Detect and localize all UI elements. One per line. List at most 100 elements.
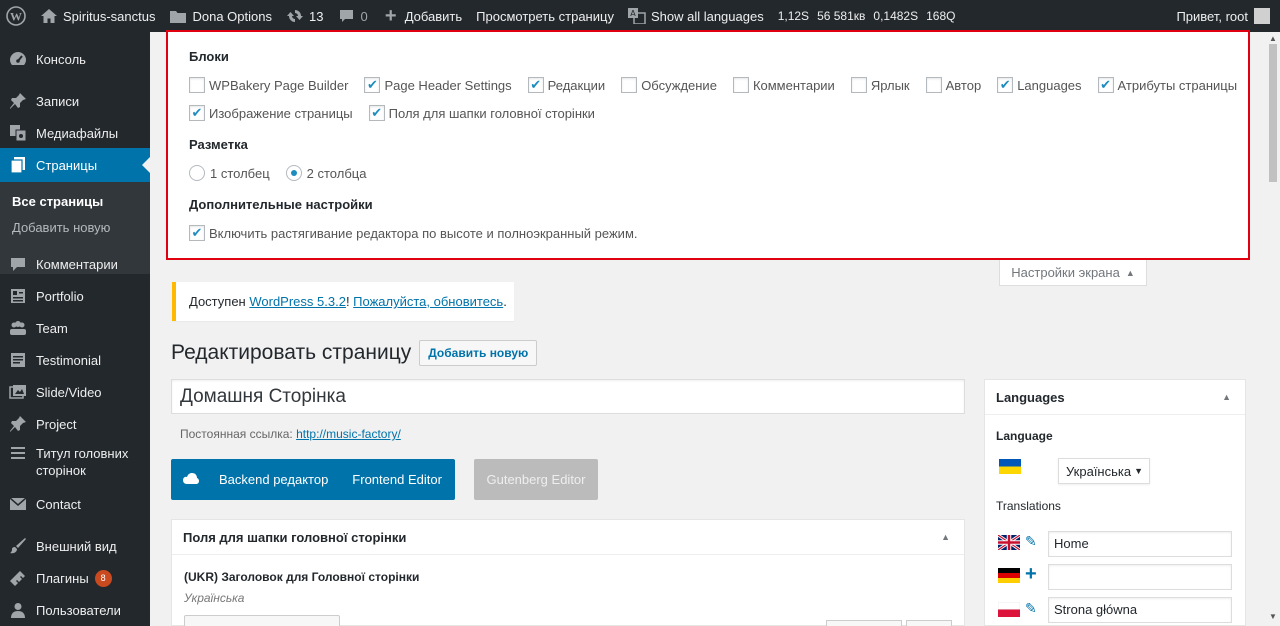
uk-flag-icon [998,535,1020,550]
sidebar-item-posts[interactable]: Записи [0,84,150,118]
checkbox-box[interactable] [850,77,867,93]
site-name-link[interactable]: Spiritus-sanctus [33,0,162,32]
sidebar-item-testimonial[interactable]: Testimonial [0,343,150,377]
checkmark-icon[interactable]: ✔ [189,105,205,121]
checkbox-author[interactable]: Автор [925,77,981,93]
checkbox-slug[interactable]: Ярлык [850,77,910,93]
checkbox-page-header-settings[interactable]: ✔ Page Header Settings [364,77,512,93]
sidebar-item-project[interactable]: Project [0,407,150,441]
sidebar-item-team[interactable]: Team [0,311,150,345]
sidebar-item-dashboard[interactable]: Консоль [0,42,150,76]
admin-bar: W Spiritus-sanctus Dona Options 13 0 + Д… [0,0,1280,32]
post-title-input[interactable]: Домашня Сторінка [171,379,965,414]
sidebar-item-appearance[interactable]: Внешний вид [0,529,150,563]
submenu-all-pages[interactable]: Все страницы [12,194,103,209]
sidebar-item-label: Team [36,320,68,336]
sidebar-item-comments[interactable]: Комментарии [0,247,150,281]
sidebar-item-media[interactable]: Медиафайлы [0,116,150,150]
checkmark-icon[interactable]: ✔ [1097,77,1114,93]
sidebar-item-label: Страницы [36,157,98,173]
translation-input-de[interactable] [1048,564,1232,590]
metabox-title: Поля для шапки головної сторінки [183,529,407,545]
text-tab[interactable] [906,620,952,626]
checkmark-icon[interactable]: ✔ [368,105,385,121]
updates-link[interactable]: 13 [279,0,330,32]
dona-options-link[interactable]: Dona Options [162,0,279,32]
sidebar-item-label: Portfolio [36,288,84,304]
language-select[interactable]: Українська ▼ [1058,458,1150,484]
permalink-url[interactable]: http://music-factory/ [296,427,401,441]
my-account-link[interactable]: Привет, root [1169,0,1280,32]
admin-sidebar: Консоль Записи Медиафайлы Страницы Все с… [0,32,150,626]
radio-circle[interactable] [189,165,205,181]
sidebar-item-label: Записи [36,93,80,109]
checkmark-icon[interactable]: ✔ [997,77,1014,93]
wordpress-version-link[interactable]: WordPress 5.3.2 [249,294,346,309]
backend-editor-button[interactable]: Backend редактор [219,472,328,487]
radio-two-columns[interactable]: 2 столбца [285,165,366,181]
submenu-add-new[interactable]: Добавить новую [12,220,110,235]
plugins-update-badge: 8 [94,569,112,587]
checkbox-languages[interactable]: ✔ Languages [997,77,1082,93]
sidebar-item-portfolio[interactable]: Portfolio [0,279,150,313]
checkbox-page-attributes[interactable]: ✔ Атрибуты страницы [1097,77,1237,93]
visual-tab[interactable] [826,620,902,626]
checkmark-icon[interactable]: ✔ [527,77,544,93]
checkbox-revisions[interactable]: ✔ Редакции [527,77,605,93]
sidebar-item-contact[interactable]: Contact [0,487,150,521]
checkbox-wpbakery[interactable]: WPBakery Page Builder [189,77,348,93]
radio-one-column[interactable]: 1 столбец [189,165,270,181]
sidebar-item-users[interactable]: Пользователи [0,593,150,626]
plus-icon[interactable]: + [1025,563,1037,586]
update-now-link[interactable]: Пожалуйста, обновитесь [353,294,503,309]
caret-up-icon[interactable]: ▲ [1222,392,1231,402]
checkbox-featured-image[interactable]: ✔ Изображение страницы [189,105,353,121]
add-new-page-button[interactable]: Добавить новую [419,340,538,366]
checkbox-editor-expand[interactable]: ✔ Включить растягивание редактора по высо… [189,225,638,241]
radio-circle[interactable] [285,165,302,181]
languages-title: Languages [996,389,1065,405]
checkbox-box[interactable] [621,77,638,93]
edit-icon[interactable]: ✎ [1025,533,1037,550]
list-icon [0,445,36,459]
sidebar-item-page-titles[interactable]: Титул головних сторінок [0,445,150,483]
sidebar-item-plugins[interactable]: Плагины 8 [0,561,150,595]
caret-up-icon[interactable]: ▲ [941,532,950,542]
translation-input-pl[interactable]: Strona główna [1048,597,1232,623]
scrollbar-thumb[interactable] [1269,44,1277,182]
view-page-link[interactable]: Просмотреть страницу [469,0,621,32]
sidebar-item-label: Плагины [36,570,89,586]
checkbox-box[interactable] [732,77,749,93]
checkbox-box[interactable] [189,77,205,93]
checkbox-header-fields[interactable]: ✔ Поля для шапки головної сторінки [368,105,595,121]
comments-link[interactable]: 0 [330,0,374,32]
scroll-down-icon[interactable]: ▼ [1269,612,1277,621]
languages-header[interactable]: Languages ▲ [985,380,1245,415]
metabox-header[interactable]: Поля для шапки головної сторінки ▲ [172,520,964,555]
updates-count: 13 [308,8,324,24]
frontend-editor-button[interactable]: Frontend Editor [352,472,442,487]
wp-logo-icon[interactable]: W [0,0,33,32]
stat-memory: 56 581кв [817,9,866,23]
page-scrollbar[interactable]: ▲ ▼ [1266,32,1280,626]
translation-input-uk[interactable]: Home [1048,531,1232,557]
checkbox-discussion[interactable]: Обсуждение [621,77,717,93]
checkmark-icon[interactable]: ✔ [189,225,205,241]
add-media-button[interactable] [184,615,340,626]
scroll-up-icon[interactable]: ▲ [1269,34,1277,43]
notice-suffix: . [503,294,507,309]
project-pin-icon [0,415,36,433]
edit-icon[interactable]: ✎ [1025,600,1037,617]
screen-options-toggle[interactable]: Настройки экрана ▲ [999,260,1147,286]
checkbox-comments[interactable]: Комментарии [732,77,835,93]
sidebar-item-slide-video[interactable]: Slide/Video [0,375,150,409]
language-label: Language [996,429,1053,443]
gutenberg-editor-button[interactable]: Gutenberg Editor [474,459,598,500]
show-languages-link[interactable]: A Show all languages [621,0,771,32]
checkmark-icon[interactable]: ✔ [364,77,381,93]
add-new-link[interactable]: + Добавить [375,0,469,32]
sidebar-item-pages[interactable]: Страницы [0,148,150,182]
checkbox-box[interactable] [925,77,942,93]
ukraine-flag-icon [999,459,1021,474]
query-stats[interactable]: 1,12S 56 581кв 0,1482S 168Q [771,0,963,32]
